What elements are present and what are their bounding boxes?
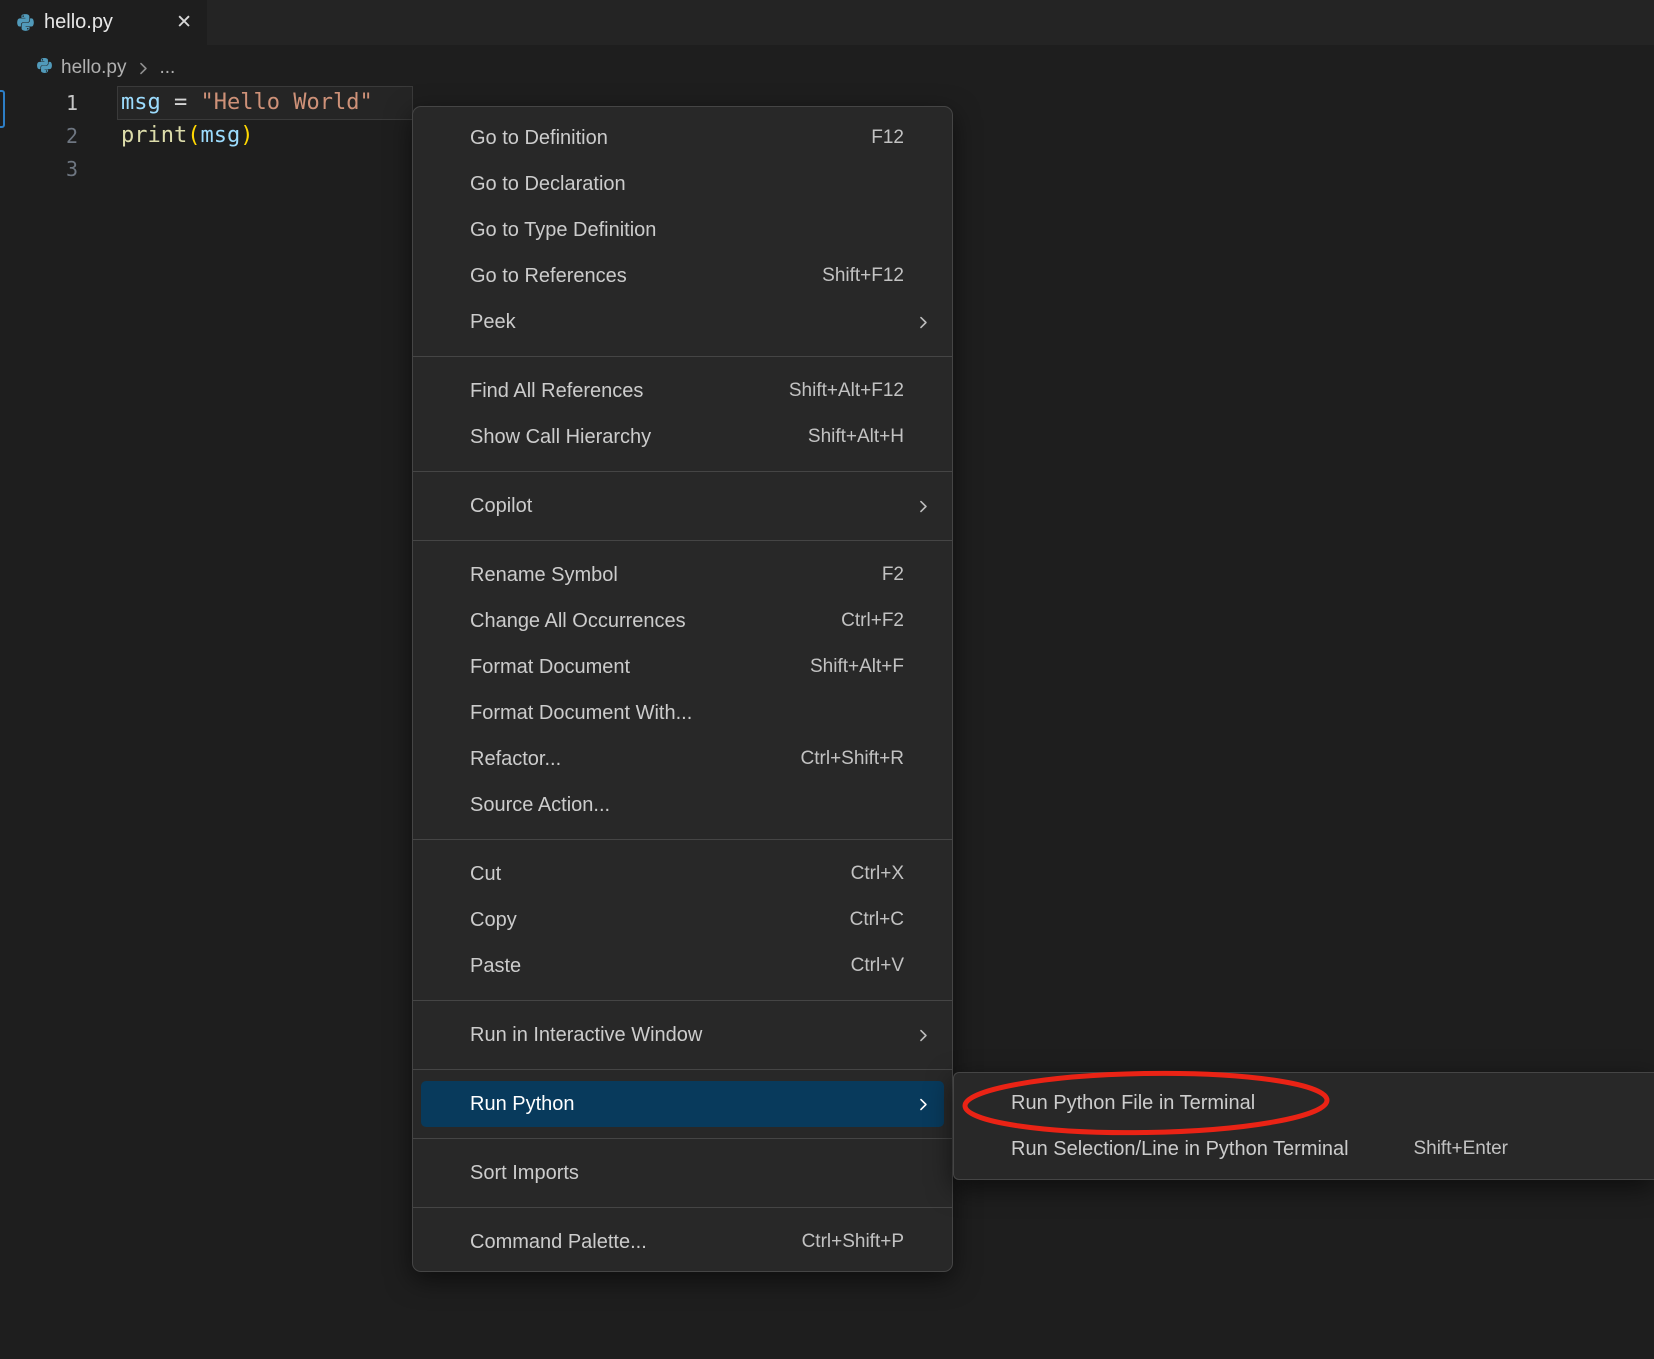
menu-item-refactor[interactable]: Refactor... Ctrl+Shift+R xyxy=(421,736,944,782)
menu-item-shortcut: Ctrl+Shift+P xyxy=(802,1231,904,1253)
chevron-right-icon xyxy=(904,1027,932,1044)
python-icon xyxy=(36,57,53,80)
menu-item-label: Sort Imports xyxy=(470,1162,579,1185)
menu-item-change-all-occurrences[interactable]: Change All Occurrences Ctrl+F2 xyxy=(421,598,944,644)
menu-item-source-action[interactable]: Source Action... xyxy=(421,782,944,828)
menu-item-label: Run Python xyxy=(470,1093,575,1116)
menu-item-label: Format Document xyxy=(470,656,630,679)
code-token: msg xyxy=(121,90,161,115)
menu-item-label: Go to Type Definition xyxy=(470,219,656,242)
menu-item-run-in-interactive-window[interactable]: Run in Interactive Window xyxy=(421,1012,944,1058)
menu-separator xyxy=(413,1138,952,1139)
menu-item-label: Peek xyxy=(470,311,516,334)
chevron-right-icon xyxy=(904,1096,932,1113)
code-token: "Hello World" xyxy=(201,90,373,115)
menu-item-go-to-declaration[interactable]: Go to Declaration xyxy=(421,161,944,207)
menu-item-label: Command Palette... xyxy=(470,1231,647,1254)
close-icon[interactable]: ✕ xyxy=(173,11,195,34)
menu-separator xyxy=(413,839,952,840)
menu-item-label: Run Selection/Line in Python Terminal xyxy=(1011,1138,1349,1161)
menu-separator xyxy=(413,1207,952,1208)
code-token: msg xyxy=(200,123,240,148)
menu-item-shortcut: Shift+F12 xyxy=(822,265,904,287)
line-number: 1 xyxy=(0,91,78,115)
menu-item-run-python[interactable]: Run Python xyxy=(421,1081,944,1127)
menu-item-shortcut: Ctrl+C xyxy=(850,909,904,931)
chevron-right-icon xyxy=(904,498,932,515)
menu-separator xyxy=(413,1000,952,1001)
menu-item-label: Format Document With... xyxy=(470,702,692,725)
menu-item-shortcut: Ctrl+V xyxy=(851,955,904,977)
menu-item-label: Copy xyxy=(470,909,517,932)
tab-title: hello.py xyxy=(44,11,113,34)
menu-item-label: Find All References xyxy=(470,380,643,403)
editor-context-menu: Go to Definition F12 Go to Declaration Go t… xyxy=(412,106,953,1272)
menu-item-label: Paste xyxy=(470,955,521,978)
menu-item-label: Run Python File in Terminal xyxy=(1011,1092,1255,1115)
menu-item-label: Show Call Hierarchy xyxy=(470,426,651,449)
code-token: = xyxy=(161,90,201,115)
menu-item-rename-symbol[interactable]: Rename Symbol F2 xyxy=(421,552,944,598)
menu-separator xyxy=(413,540,952,541)
menu-item-shortcut: Shift+Alt+F12 xyxy=(789,380,904,402)
menu-item-run-python-file-in-terminal[interactable]: Run Python File in Terminal xyxy=(962,1080,1646,1126)
menu-item-shortcut: F2 xyxy=(882,564,904,586)
menu-item-label: Run in Interactive Window xyxy=(470,1024,702,1047)
menu-item-label: Copilot xyxy=(470,495,532,518)
menu-item-find-all-references[interactable]: Find All References Shift+Alt+F12 xyxy=(421,368,944,414)
menu-item-go-to-definition[interactable]: Go to Definition F12 xyxy=(421,115,944,161)
code-token: ( xyxy=(187,123,200,148)
menu-item-label: Go to Declaration xyxy=(470,173,626,196)
menu-item-go-to-type-definition[interactable]: Go to Type Definition xyxy=(421,207,944,253)
code-text: print(msg) xyxy=(121,123,253,148)
vscode-window: { "window": { "tab": { "title": "hello.p… xyxy=(0,0,1654,1359)
code-text: msg = "Hello World" xyxy=(121,90,373,115)
run-python-submenu: Run Python File in Terminal Run Selection… xyxy=(953,1072,1654,1180)
menu-separator xyxy=(413,1069,952,1070)
tab-bar: hello.py ✕ xyxy=(0,0,1654,45)
menu-item-paste[interactable]: Paste Ctrl+V xyxy=(421,943,944,989)
menu-item-shortcut: Ctrl+Shift+R xyxy=(801,748,904,770)
menu-item-show-call-hierarchy[interactable]: Show Call Hierarchy Shift+Alt+H xyxy=(421,414,944,460)
menu-item-format-document[interactable]: Format Document Shift+Alt+F xyxy=(421,644,944,690)
menu-item-shortcut: Shift+Enter xyxy=(1413,1138,1508,1160)
menu-item-shortcut: Shift+Alt+F xyxy=(810,656,904,678)
menu-item-run-selection-line-in-python-terminal[interactable]: Run Selection/Line in Python Terminal Shi… xyxy=(962,1126,1646,1172)
menu-separator xyxy=(413,356,952,357)
menu-item-shortcut: Ctrl+F2 xyxy=(841,610,904,632)
menu-item-label: Refactor... xyxy=(470,748,561,771)
menu-item-copilot[interactable]: Copilot xyxy=(421,483,944,529)
menu-item-shortcut: F12 xyxy=(871,127,904,149)
menu-item-shortcut: Shift+Alt+H xyxy=(808,426,904,448)
menu-item-label: Go to Definition xyxy=(470,127,608,150)
line-number: 3 xyxy=(0,157,78,181)
menu-item-copy[interactable]: Copy Ctrl+C xyxy=(421,897,944,943)
menu-item-peek[interactable]: Peek xyxy=(421,299,944,345)
code-token: print xyxy=(121,123,187,148)
breadcrumb-file[interactable]: hello.py xyxy=(61,57,127,79)
line-number: 2 xyxy=(0,124,78,148)
tab-hello-py[interactable]: hello.py ✕ xyxy=(0,0,207,45)
code-token: ) xyxy=(240,123,253,148)
menu-item-label: Change All Occurrences xyxy=(470,610,686,633)
menu-item-command-palette[interactable]: Command Palette... Ctrl+Shift+P xyxy=(421,1219,944,1265)
chevron-right-icon xyxy=(135,60,152,77)
chevron-right-icon xyxy=(904,314,932,331)
menu-item-label: Rename Symbol xyxy=(470,564,618,587)
breadcrumb-more[interactable]: ... xyxy=(160,57,176,79)
menu-item-sort-imports[interactable]: Sort Imports xyxy=(421,1150,944,1196)
menu-item-label: Cut xyxy=(470,863,501,886)
menu-item-format-document-with[interactable]: Format Document With... xyxy=(421,690,944,736)
python-icon xyxy=(16,13,35,32)
menu-separator xyxy=(413,471,952,472)
breadcrumb: hello.py ... xyxy=(36,54,175,82)
menu-item-label: Source Action... xyxy=(470,794,610,817)
menu-item-label: Go to References xyxy=(470,265,627,288)
menu-item-go-to-references[interactable]: Go to References Shift+F12 xyxy=(421,253,944,299)
menu-item-shortcut: Ctrl+X xyxy=(851,863,904,885)
menu-item-cut[interactable]: Cut Ctrl+X xyxy=(421,851,944,897)
